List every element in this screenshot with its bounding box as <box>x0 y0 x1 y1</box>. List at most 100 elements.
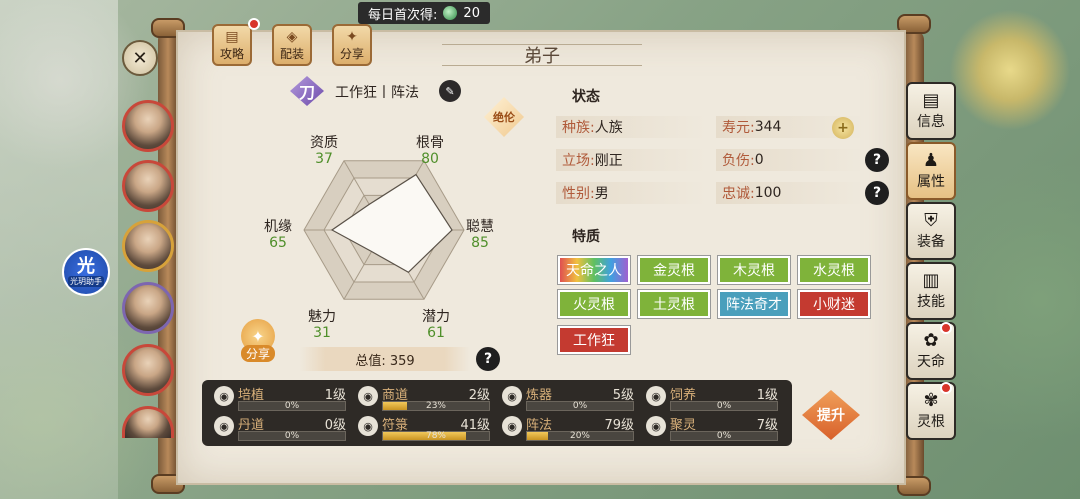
pin-icon[interactable]: ✕ <box>122 40 158 76</box>
share-icon: ✦ <box>346 29 358 45</box>
loadout-button[interactable]: ◈ 配装 <box>272 24 312 66</box>
helmet-icon: ⛨ <box>924 210 938 231</box>
race-key: 种族: <box>562 120 595 136</box>
stance-key: 立场: <box>562 153 595 169</box>
sprout-icon: ◉ <box>214 386 234 406</box>
talisman-icon: ◉ <box>358 416 378 436</box>
disciple-avatar[interactable] <box>122 282 174 334</box>
guide-button[interactable]: ▤ 攻略 <box>212 24 252 66</box>
role-text: 工作狂丨阵法 <box>335 85 419 101</box>
race-row: 种族: 人族 <box>556 116 706 138</box>
tab-skills[interactable]: ▥ 技能 <box>906 262 956 320</box>
share-disciple-button[interactable]: ✦ 分享 <box>238 318 278 362</box>
scroll-icon: ▤ <box>922 90 940 111</box>
loyalty-key: 忠诚: <box>722 186 755 202</box>
skill-progress-text: 78% <box>425 431 446 441</box>
notification-dot <box>248 18 260 30</box>
disciple-avatar[interactable] <box>122 100 174 152</box>
skill-progress-text: 0% <box>572 401 588 411</box>
abacus-icon: ◉ <box>358 386 378 406</box>
aptitude-value: 65 <box>269 235 287 251</box>
skill-progress-bar: 0% <box>670 431 778 441</box>
tab-equipment[interactable]: ⛨ 装备 <box>906 202 956 260</box>
daily-reward-label: 每日首次得: <box>368 7 438 23</box>
lifespan-key: 寿元: <box>722 120 755 136</box>
trait-tag[interactable]: 土灵根 <box>638 290 710 318</box>
trait-tag[interactable]: 工作狂 <box>558 326 630 354</box>
trait-tag[interactable]: 天命之人 <box>558 256 630 284</box>
tab-attributes[interactable]: ♟ 属性 <box>906 142 956 200</box>
status-heading: 状态 <box>572 89 600 105</box>
figure-icon: ♟ <box>922 150 940 171</box>
destiny-notification-dot <box>940 322 952 334</box>
tab-spirit-root-label: 灵根 <box>917 414 945 430</box>
trait-tag[interactable]: 小财迷 <box>798 290 870 318</box>
injury-key: 负伤: <box>722 153 755 169</box>
role-glyph: 刀 <box>298 83 315 102</box>
total-value: 总值: 359 <box>300 347 470 371</box>
skill-progress-text: 20% <box>569 431 590 441</box>
skill-progress-bar: 78% <box>382 431 490 441</box>
guide-label: 攻略 <box>219 47 244 61</box>
skill-progress-text: 0% <box>716 401 732 411</box>
assistant-label: 光玥助手 <box>68 275 104 287</box>
tab-info[interactable]: ▤ 信息 <box>906 82 956 140</box>
skill-progress-bar: 0% <box>526 401 634 411</box>
aptitude-name: 潜力 <box>422 309 450 325</box>
aptitude-name: 资质 <box>310 135 338 151</box>
stance-row: 立场: 刚正 <box>556 149 706 171</box>
tab-info-label: 信息 <box>917 114 945 130</box>
aptitude-value: 85 <box>471 235 489 251</box>
skill-progress-bar: 23% <box>382 401 490 411</box>
skill-item: ◉ 聚灵 7级 0% <box>646 414 778 442</box>
trait-tag[interactable]: 木灵根 <box>718 256 790 284</box>
trait-tag[interactable]: 水灵根 <box>798 256 870 284</box>
loyalty-value: 100 <box>754 185 782 201</box>
skill-progress-text: 0% <box>716 431 732 441</box>
add-lifespan-icon[interactable]: + <box>832 117 854 139</box>
skill-item: ◉ 丹道 0级 0% <box>214 414 346 442</box>
injury-help-icon[interactable]: ? <box>865 148 889 172</box>
aptitude-name: 根骨 <box>416 135 444 151</box>
aptitude-value: 37 <box>315 151 333 167</box>
skill-item: ◉ 阵法 79级 20% <box>502 414 634 442</box>
rank-badge-text: 绝伦 <box>493 110 515 124</box>
anvil-icon: ◉ <box>502 386 522 406</box>
tab-skills-label: 技能 <box>917 294 945 310</box>
gender-row: 性别: 男 <box>556 182 706 204</box>
help-icon[interactable]: ? <box>476 347 500 371</box>
trait-tag[interactable]: 阵法奇才 <box>718 290 790 318</box>
gender-value: 男 <box>594 186 609 202</box>
skill-item: ◉ 饲养 1级 0% <box>646 384 778 412</box>
skill-progress-text: 0% <box>284 431 300 441</box>
aptitude-value: 31 <box>313 325 331 341</box>
lotus-icon: ✿ <box>923 330 939 351</box>
injury-value: 0 <box>754 152 764 168</box>
assistant-button[interactable]: 光 光玥助手 <box>62 248 110 296</box>
daily-reward-bar: 每日首次得: 20 <box>358 2 490 24</box>
aptitude-name: 聪慧 <box>466 219 494 235</box>
assistant-glyph: 光 <box>77 255 95 277</box>
disciple-avatar-selected[interactable] <box>122 220 174 272</box>
loyalty-row: 忠诚: 100 <box>716 182 866 204</box>
aptitude-name: 机缘 <box>264 219 292 235</box>
skill-progress-text: 0% <box>284 401 300 411</box>
upgrade-label: 提升 <box>817 408 845 424</box>
disciple-avatar[interactable] <box>122 160 174 212</box>
skill-progress-bar: 20% <box>526 431 634 441</box>
beast-icon: ◉ <box>646 386 666 406</box>
trait-tag[interactable]: 火灵根 <box>558 290 630 318</box>
skill-item: ◉ 培植 1级 0% <box>214 384 346 412</box>
cauldron-icon: ◉ <box>214 416 234 436</box>
page-title: 弟子 <box>442 44 642 67</box>
injury-row: 负伤: 0 <box>716 149 866 171</box>
skill-item: ◉ 炼器 5级 0% <box>502 384 634 412</box>
disciple-avatar[interactable] <box>122 344 174 396</box>
formation-icon: ◉ <box>502 416 522 436</box>
trait-tag[interactable]: 金灵根 <box>638 256 710 284</box>
skill-progress-bar: 0% <box>238 431 346 441</box>
share-button[interactable]: ✦ 分享 <box>332 24 372 66</box>
edit-icon[interactable]: ✎ <box>439 80 461 102</box>
loyalty-help-icon[interactable]: ? <box>865 181 889 205</box>
skill-progress-bar: 0% <box>670 401 778 411</box>
